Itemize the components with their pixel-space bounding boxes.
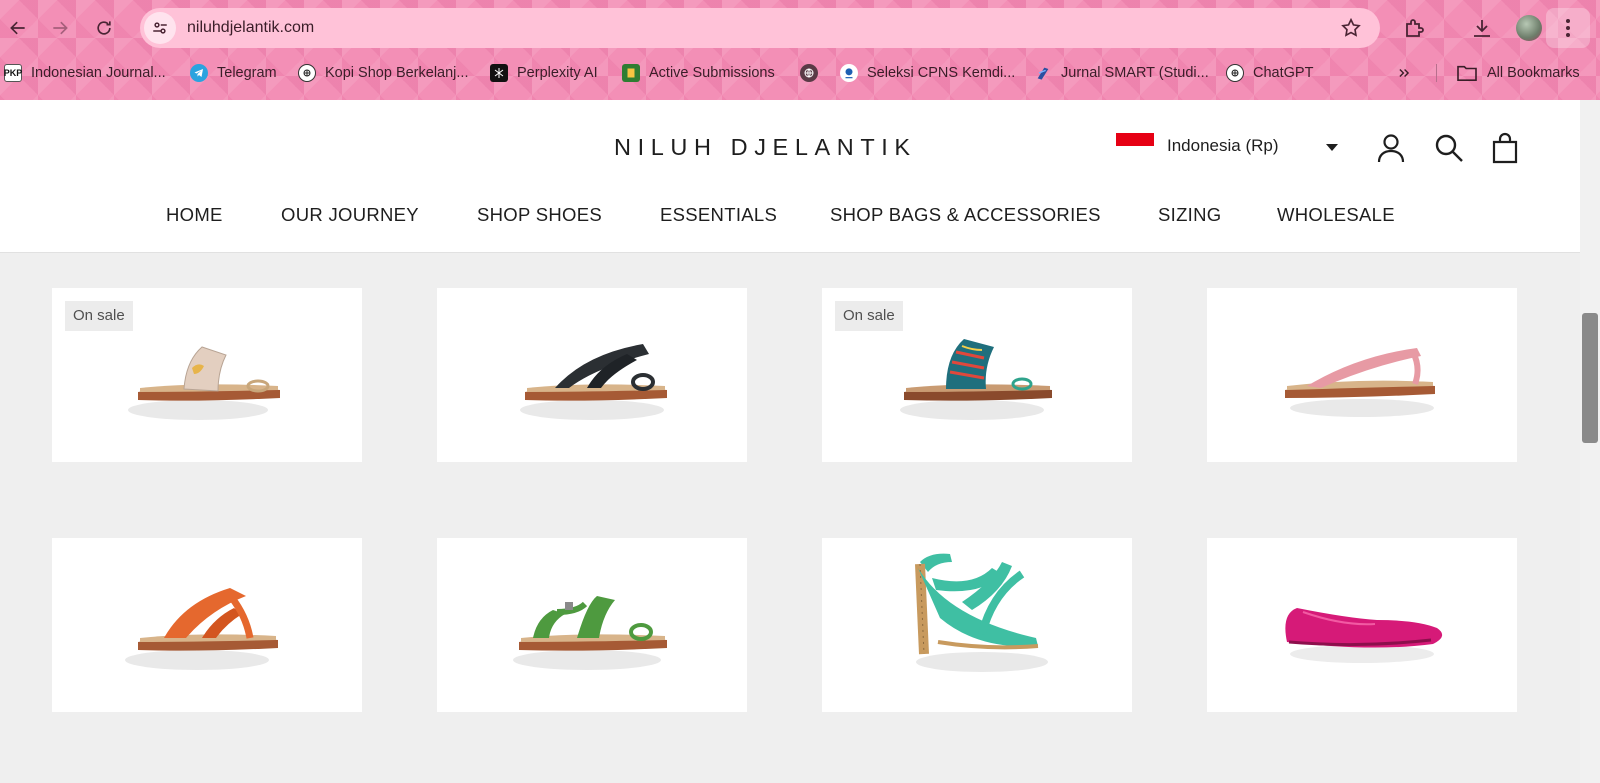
nav-wholesale[interactable]: WHOLESALE <box>1277 204 1395 226</box>
country-selector[interactable]: Indonesia (Rp) <box>1167 136 1279 156</box>
main-navigation: HOME OUR JOURNEY SHOP SHOES ESSENTIALS S… <box>0 204 1580 234</box>
profile-avatar[interactable] <box>1516 15 1542 41</box>
shopping-bag-icon[interactable] <box>1490 132 1520 164</box>
page-scrollbar-thumb[interactable] <box>1582 313 1598 443</box>
bookmark-label: Seleksi CPNS Kemdi... <box>867 65 1016 81</box>
site-info-button[interactable] <box>144 12 176 44</box>
bookmark-label: Indonesian Journal... <box>31 65 166 81</box>
nav-home[interactable]: HOME <box>166 204 223 226</box>
account-icon[interactable] <box>1376 132 1406 164</box>
download-icon[interactable] <box>1470 16 1494 40</box>
arrow-right-icon <box>53 21 68 35</box>
cpns-icon <box>840 64 858 82</box>
url-text[interactable]: niluhdjelantik.com <box>187 19 314 37</box>
bookmark-label: Jurnal SMART (Studi... <box>1061 65 1209 81</box>
nav-shop-shoes[interactable]: SHOP SHOES <box>477 204 602 226</box>
extensions-icon[interactable] <box>1403 16 1427 40</box>
smart-journal-icon <box>1034 64 1052 82</box>
nav-shop-bags-accessories[interactable]: SHOP BAGS & ACCESSORIES <box>830 204 1101 226</box>
reload-button[interactable] <box>88 12 120 44</box>
bookmarks-bar: PKP Indonesian Journal... Telegram Kopi … <box>0 58 1600 88</box>
indonesia-flag-icon[interactable] <box>1116 133 1154 146</box>
t-strap-sandal-image[interactable] <box>52 538 362 712</box>
product-card[interactable]: On sale <box>52 288 362 462</box>
browser-toolbar: niluhdjelantik.com <box>0 6 1600 50</box>
product-card[interactable] <box>52 538 362 712</box>
bookmark-item[interactable]: Active Submissions <box>622 58 775 88</box>
bookmark-label: Perplexity AI <box>517 65 598 81</box>
slingback-sandal-image[interactable] <box>437 538 747 712</box>
product-card[interactable] <box>1207 538 1517 712</box>
bookmark-item[interactable]: PKP Indonesian Journal... <box>4 58 166 88</box>
journal-icon <box>622 64 640 82</box>
bookmarks-overflow-button[interactable] <box>1397 58 1411 88</box>
cross-strap-sandal-image[interactable] <box>437 288 747 462</box>
star-icon[interactable] <box>1340 17 1362 39</box>
bookmark-label: ChatGPT <box>1253 65 1314 81</box>
site-header: NILUH DJELANTIK Indonesia (Rp) HOME OUR … <box>0 100 1580 253</box>
bookmarks-separator <box>1436 64 1437 82</box>
thong-sandal-image[interactable] <box>1207 288 1517 462</box>
telegram-icon <box>190 64 208 82</box>
product-card[interactable] <box>822 538 1132 712</box>
high-heel-sandal-image[interactable] <box>822 538 1132 712</box>
globe-icon <box>800 64 818 82</box>
nav-sizing[interactable]: SIZING <box>1158 204 1221 226</box>
forward-button[interactable] <box>44 12 76 44</box>
product-card[interactable]: On sale <box>822 288 1132 462</box>
back-button[interactable] <box>2 12 34 44</box>
openai-icon <box>298 64 316 82</box>
nav-essentials[interactable]: ESSENTIALS <box>660 204 777 226</box>
ballet-flat-image[interactable] <box>1207 538 1517 712</box>
more-vertical-icon <box>1566 19 1570 37</box>
caret-down-icon[interactable] <box>1326 144 1338 151</box>
browser-chrome: niluhdjelantik.com PKP Indonesian Journa… <box>0 0 1600 100</box>
bookmark-item[interactable] <box>800 58 827 88</box>
search-icon[interactable] <box>1434 132 1464 164</box>
product-card[interactable] <box>437 288 747 462</box>
product-card[interactable] <box>1207 288 1517 462</box>
folder-icon <box>1457 65 1477 82</box>
reload-icon <box>97 21 111 35</box>
bookmark-item[interactable]: Telegram <box>190 58 277 88</box>
browser-menu-button[interactable] <box>1546 8 1590 48</box>
site-logo[interactable]: NILUH DJELANTIK <box>614 134 917 161</box>
arrow-left-icon <box>10 21 25 35</box>
bookmark-item[interactable]: Perplexity AI <box>490 58 598 88</box>
perplexity-icon <box>490 64 508 82</box>
bookmark-label: Active Submissions <box>649 65 775 81</box>
chevron-double-right-icon <box>1399 69 1410 77</box>
openai-icon <box>1226 64 1244 82</box>
on-sale-badge: On sale <box>835 301 903 331</box>
address-bar[interactable]: niluhdjelantik.com <box>140 8 1380 48</box>
all-bookmarks-label: All Bookmarks <box>1487 65 1580 81</box>
bookmark-item[interactable]: Kopi Shop Berkelanj... <box>298 58 468 88</box>
tune-icon <box>153 22 167 34</box>
bookmark-label: Kopi Shop Berkelanj... <box>325 65 469 81</box>
nav-our-journey[interactable]: OUR JOURNEY <box>281 204 419 226</box>
bookmark-item[interactable]: Jurnal SMART (Studi... <box>1034 58 1209 88</box>
bookmark-label: Telegram <box>217 65 277 81</box>
on-sale-badge: On sale <box>65 301 133 331</box>
product-card[interactable] <box>437 538 747 712</box>
pkp-icon: PKP <box>4 64 22 82</box>
bookmark-item[interactable]: ChatGPT <box>1226 58 1313 88</box>
all-bookmarks-button[interactable]: All Bookmarks <box>1456 58 1580 88</box>
bookmark-item[interactable]: Seleksi CPNS Kemdi... <box>840 58 1015 88</box>
